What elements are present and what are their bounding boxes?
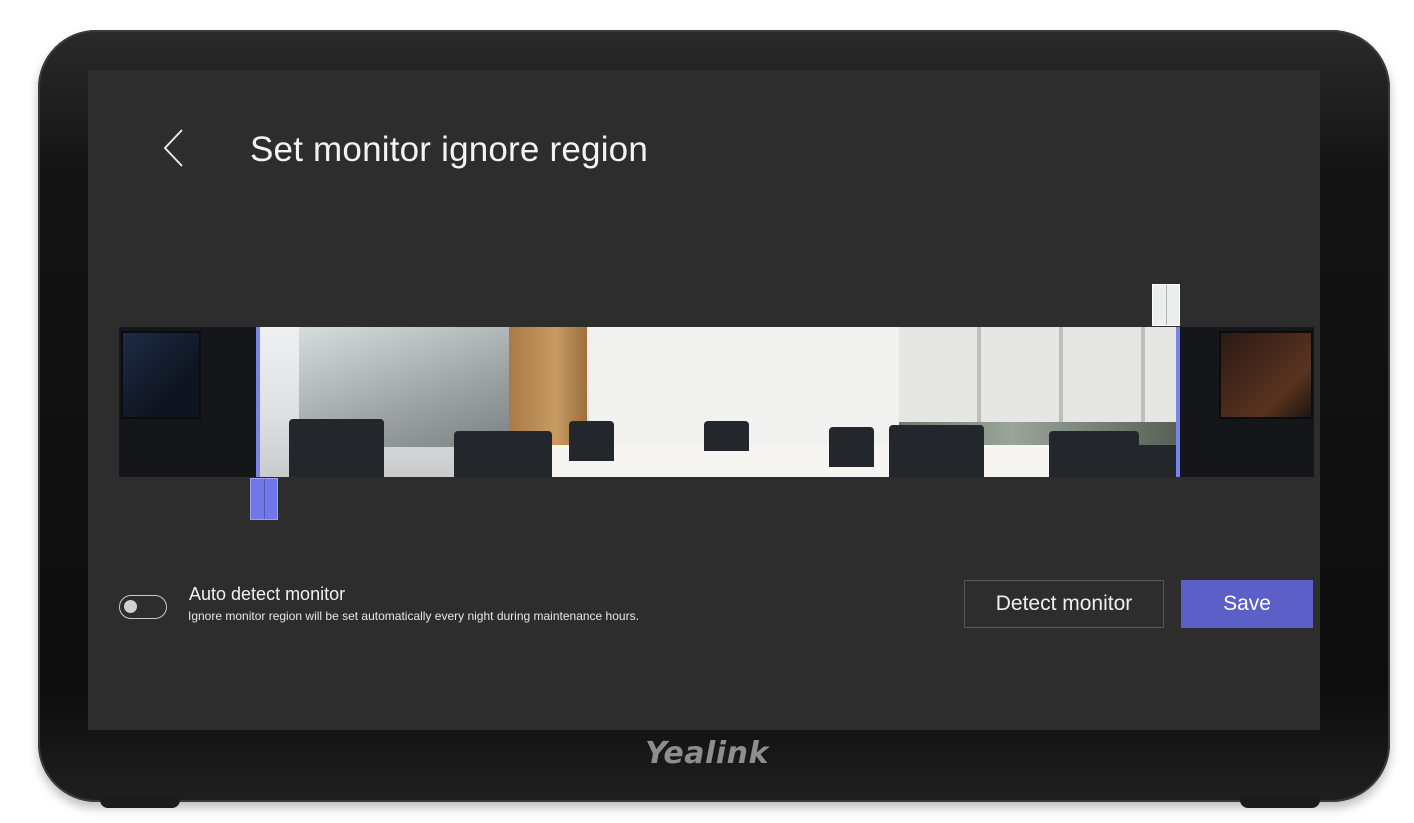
brand-logo: Yealink xyxy=(645,736,769,771)
auto-detect-toggle[interactable] xyxy=(119,595,167,619)
save-button[interactable]: Save xyxy=(1181,580,1313,628)
auto-detect-label: Auto detect monitor xyxy=(189,584,346,604)
chair xyxy=(1089,445,1180,477)
screen: Set monitor ignore region Auto detect mo… xyxy=(88,70,1320,730)
device-foot-left xyxy=(100,796,180,808)
region-left-boundary xyxy=(256,327,260,477)
page-title: Set monitor ignore region xyxy=(250,130,648,169)
chair xyxy=(569,421,614,461)
panorama-left-edge xyxy=(119,327,259,477)
back-button[interactable] xyxy=(158,128,188,168)
toggle-knob xyxy=(124,600,137,613)
chair xyxy=(454,431,552,477)
region-left-handle[interactable] xyxy=(250,478,278,520)
chair xyxy=(289,419,384,477)
chair xyxy=(829,427,874,467)
chair xyxy=(889,425,984,477)
panorama-preview xyxy=(119,327,1314,477)
chair xyxy=(704,421,749,451)
camera-room-view xyxy=(259,327,1180,477)
device-foot-right xyxy=(1240,796,1320,808)
detect-monitor-button[interactable]: Detect monitor xyxy=(964,580,1164,628)
region-right-handle[interactable] xyxy=(1152,284,1180,326)
wall-monitor-right xyxy=(1219,331,1313,419)
region-right-boundary xyxy=(1176,327,1180,477)
auto-detect-description: Ignore monitor region will be set automa… xyxy=(188,609,639,623)
wall-monitor-left xyxy=(121,331,201,419)
chevron-left-icon xyxy=(163,129,183,167)
